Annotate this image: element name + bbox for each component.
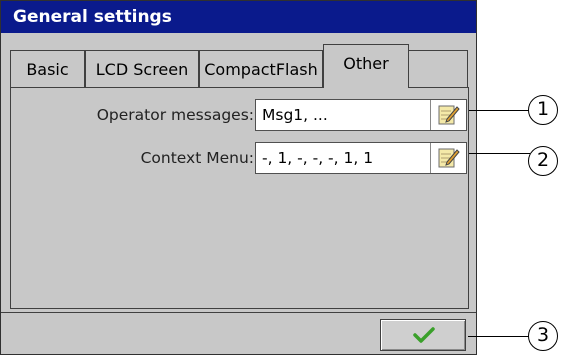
operator-messages-edit-button[interactable] <box>430 100 466 130</box>
callout-1: 1 <box>528 95 558 125</box>
tab-lcd-screen[interactable]: LCD Screen <box>85 50 199 87</box>
callout-3: 3 <box>528 321 558 351</box>
notepad-edit-icon <box>438 148 460 168</box>
tab-basic[interactable]: Basic <box>10 50 85 87</box>
ok-button[interactable] <box>380 319 466 351</box>
callout-line-2 <box>466 153 530 154</box>
operator-messages-label: Operator messages: <box>96 106 254 124</box>
tab-other[interactable]: Other <box>323 44 409 88</box>
callout-line-3 <box>468 336 530 337</box>
window-title: General settings <box>1 1 476 33</box>
context-menu-value: -, 1, -, -, -, 1, 1 <box>262 149 374 167</box>
context-menu-label: Context Menu: <box>140 149 254 167</box>
checkmark-icon <box>413 327 435 343</box>
context-menu-edit-button[interactable] <box>430 143 466 173</box>
tab-panel-other: Operator messages: Msg1, ... Context Men… <box>10 87 469 309</box>
callout-line-1 <box>466 110 530 111</box>
operator-messages-field[interactable]: Msg1, ... <box>255 99 467 131</box>
operator-messages-value: Msg1, ... <box>262 106 328 124</box>
tabstrip-filler <box>409 50 468 87</box>
footer-bar <box>1 312 476 354</box>
tab-compactflash[interactable]: CompactFlash <box>199 50 323 87</box>
callout-2: 2 <box>528 146 558 176</box>
settings-window: General settings Basic LCD Screen Compac… <box>0 0 477 355</box>
context-menu-field[interactable]: -, 1, -, -, -, 1, 1 <box>255 142 467 174</box>
notepad-edit-icon <box>438 105 460 125</box>
